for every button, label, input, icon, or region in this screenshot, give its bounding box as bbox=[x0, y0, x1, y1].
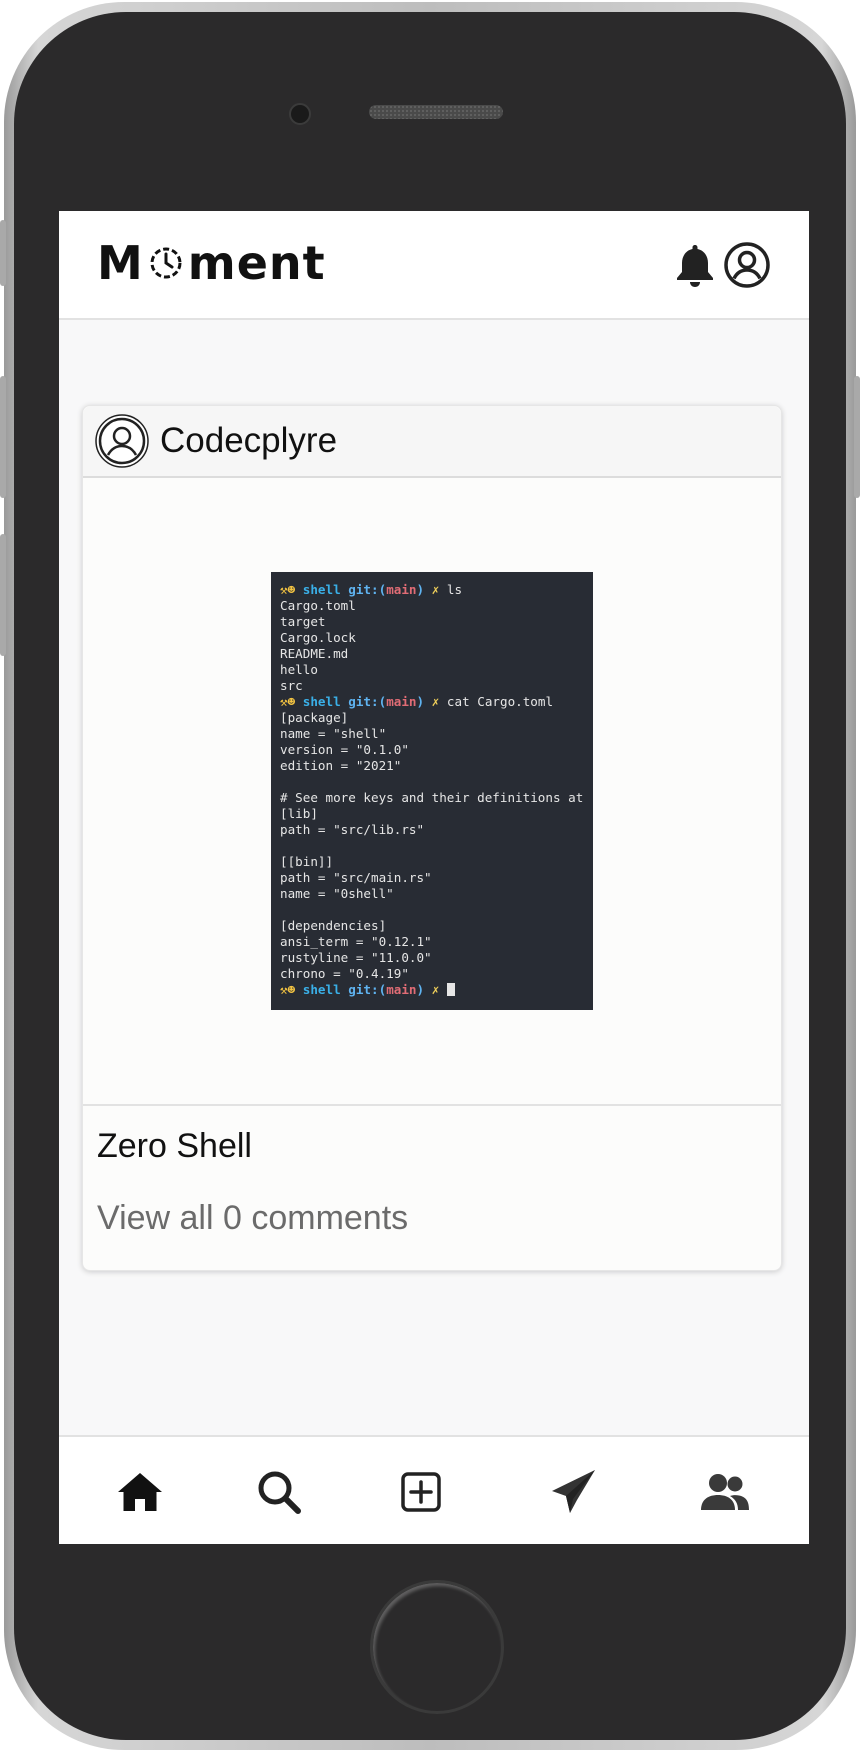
users-icon bbox=[701, 1474, 749, 1510]
logo-text-start: M bbox=[97, 236, 144, 290]
nav-users[interactable] bbox=[697, 1467, 753, 1517]
bell-icon[interactable] bbox=[673, 241, 717, 289]
top-bar: M ment bbox=[59, 211, 809, 320]
post-image: ⚒☻ shell git:(main) ✗ ls Cargo.toml targ… bbox=[271, 572, 593, 1010]
prompt-emoji-icon: ⚒☻ bbox=[280, 582, 303, 597]
header-actions bbox=[673, 241, 771, 289]
front-camera bbox=[289, 103, 311, 125]
post-media[interactable]: ⚒☻ shell git:(main) ✗ ls Cargo.toml targ… bbox=[83, 478, 781, 1106]
user-avatar-icon[interactable] bbox=[95, 414, 149, 468]
search-icon bbox=[258, 1471, 301, 1514]
app-logo[interactable]: M ment bbox=[97, 233, 326, 293]
nav-add-post[interactable] bbox=[396, 1467, 446, 1517]
clock-icon bbox=[150, 247, 182, 279]
post-card: Codecplyre ⚒☻ shell git:(main) ✗ ls Carg… bbox=[82, 405, 782, 1271]
earpiece-speaker bbox=[369, 105, 503, 119]
app-screen: M ment Codecplyre ⚒☻ shell git:(main) ✗ … bbox=[59, 211, 809, 1544]
volume-down-button bbox=[0, 534, 6, 656]
phone-frame: M ment Codecplyre ⚒☻ shell git:(main) ✗ … bbox=[0, 2, 860, 1750]
logo-text-end: ment bbox=[187, 236, 326, 290]
nav-home[interactable] bbox=[115, 1467, 165, 1517]
power-button bbox=[854, 376, 860, 498]
terminal-cursor bbox=[446, 983, 455, 996]
profile-icon[interactable] bbox=[723, 241, 771, 289]
nav-search[interactable] bbox=[254, 1467, 304, 1517]
terminal-output: ⚒☻ shell git:(main) ✗ ls Cargo.toml targ… bbox=[280, 582, 584, 997]
nav-send[interactable] bbox=[549, 1467, 599, 1517]
home-button[interactable] bbox=[370, 1580, 504, 1714]
volume-up-button bbox=[0, 376, 6, 498]
bottom-nav bbox=[59, 1435, 809, 1544]
post-header: Codecplyre bbox=[83, 406, 781, 478]
home-icon bbox=[118, 1473, 162, 1511]
post-caption: Zero Shell bbox=[97, 1127, 252, 1165]
mute-switch bbox=[0, 220, 6, 286]
prompt-emoji-icon: ⚒☻ bbox=[280, 694, 303, 709]
send-icon bbox=[552, 1470, 595, 1513]
post-username[interactable]: Codecplyre bbox=[160, 419, 337, 463]
view-comments-link[interactable]: View all 0 comments bbox=[97, 1196, 408, 1240]
prompt-emoji-icon: ⚒☻ bbox=[280, 982, 303, 997]
add-post-icon bbox=[401, 1472, 441, 1512]
